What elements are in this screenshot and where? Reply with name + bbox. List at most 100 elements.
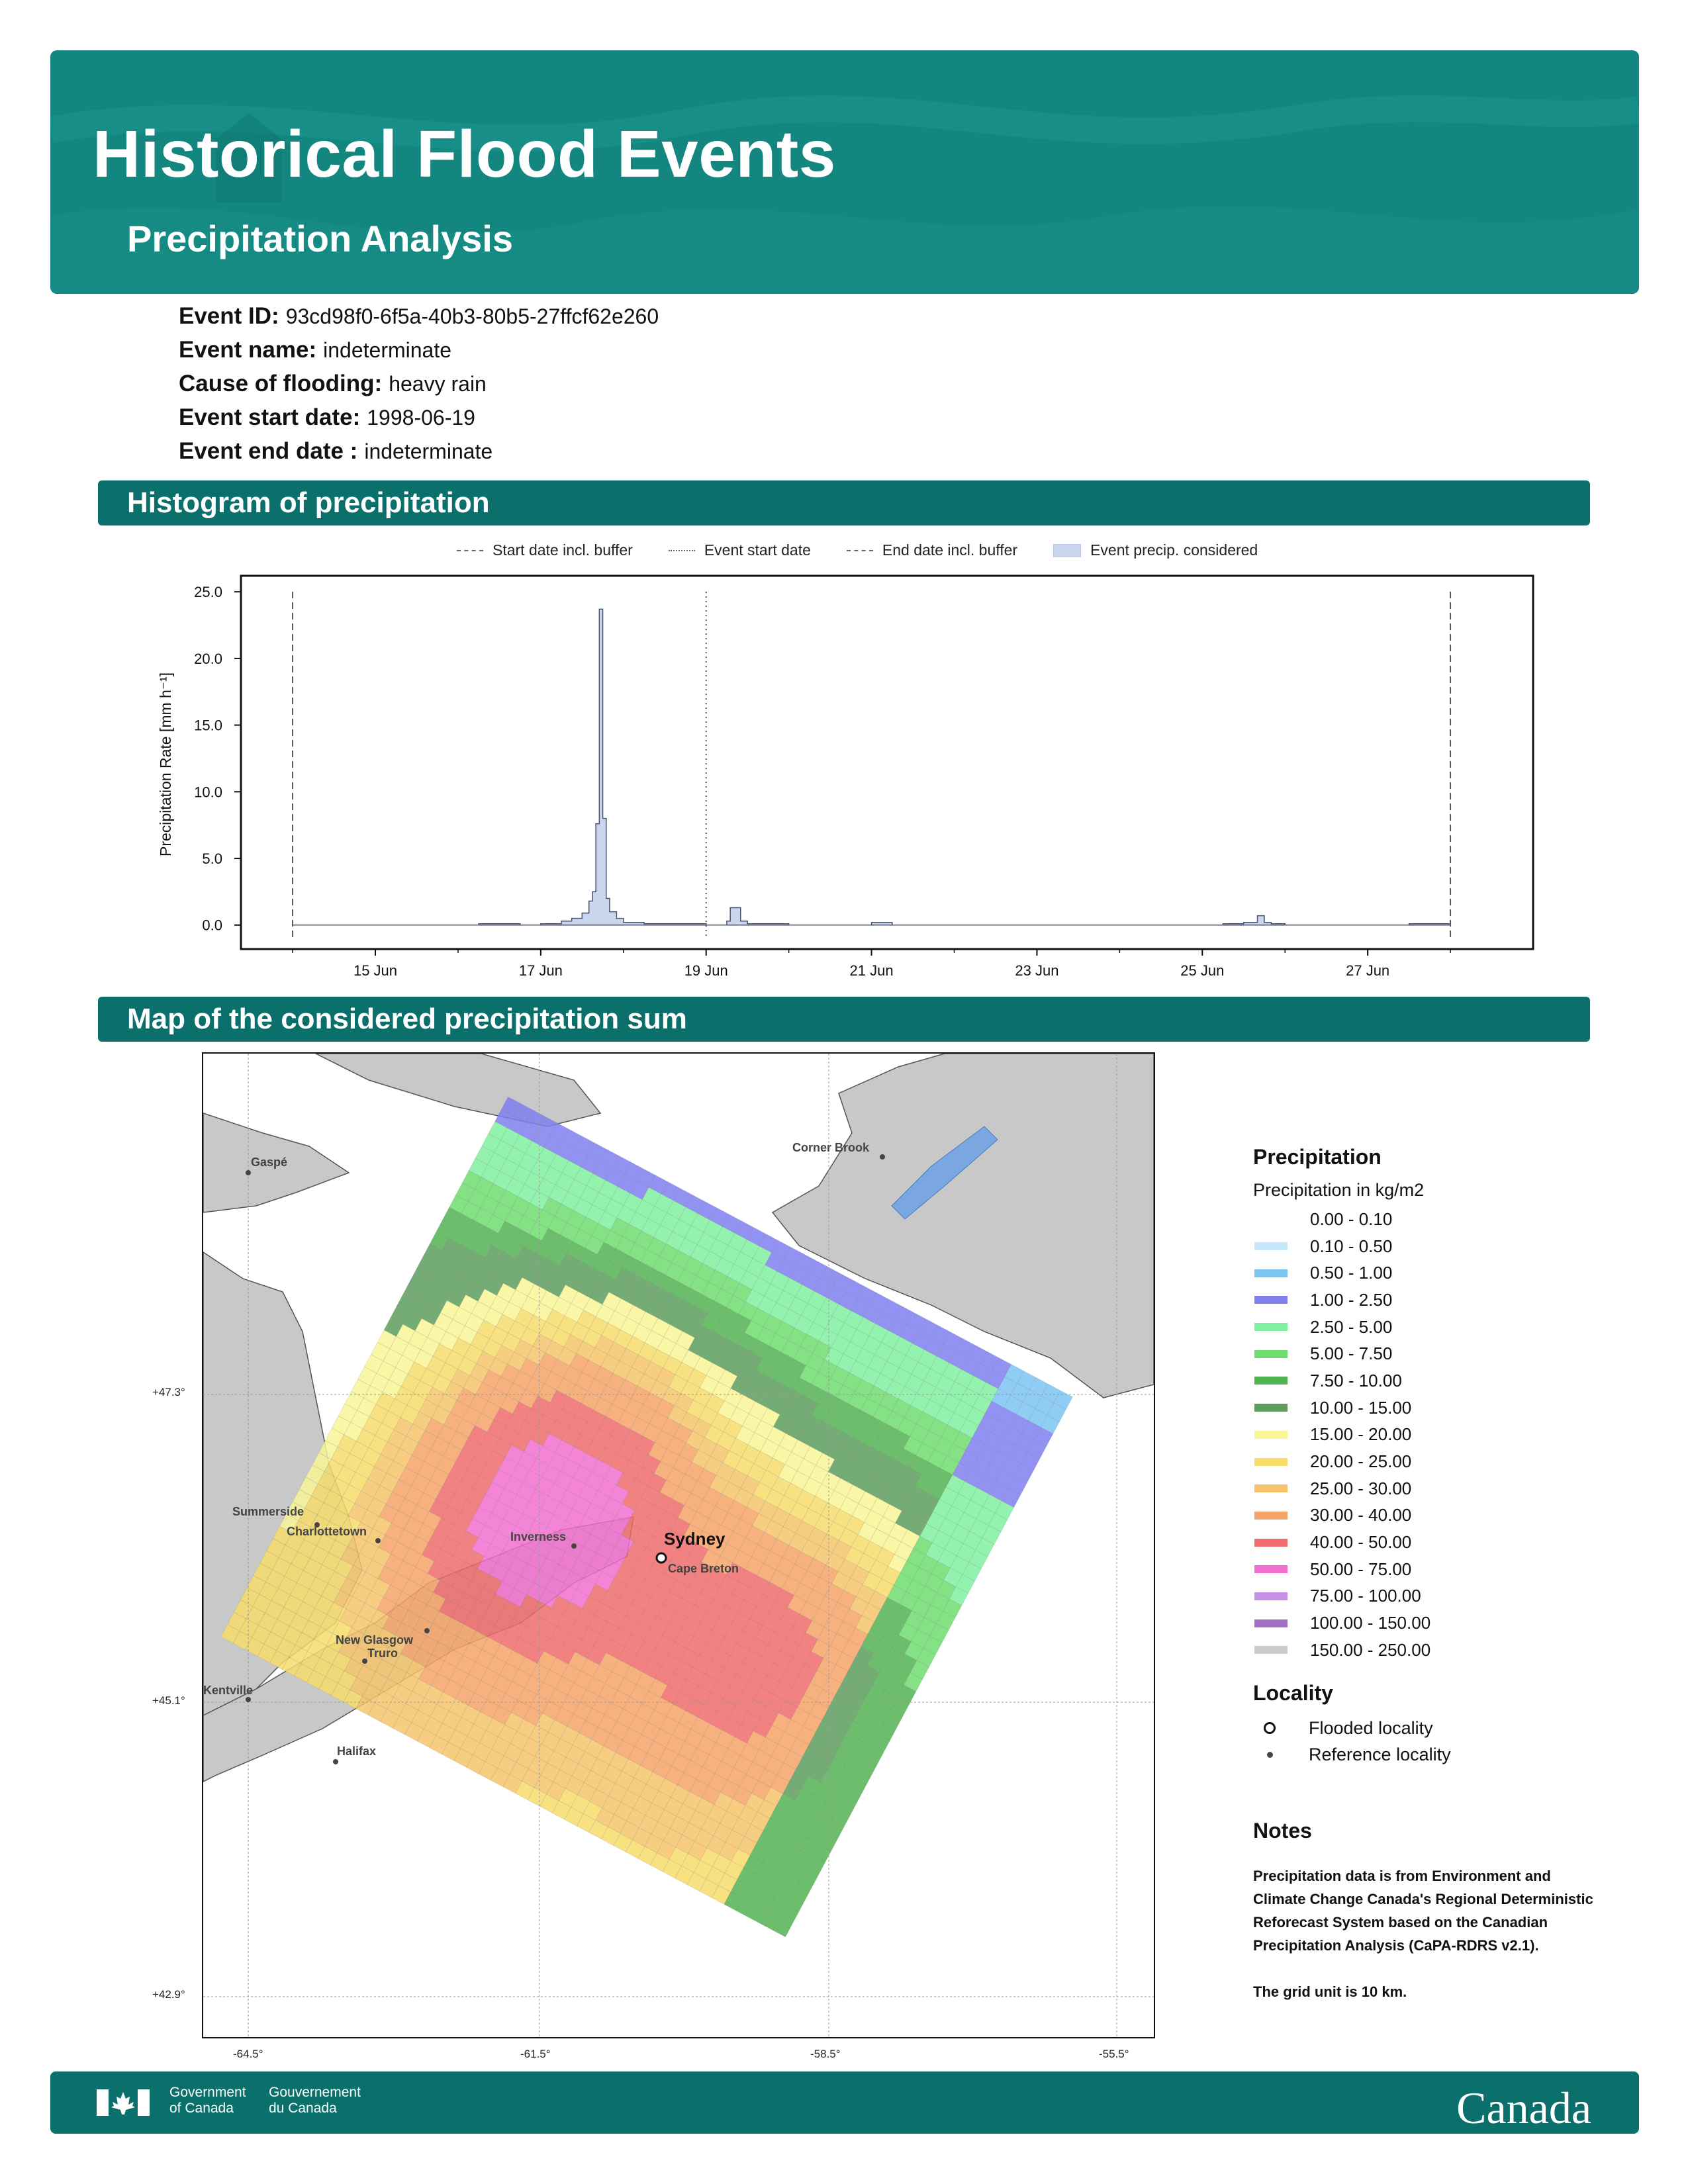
place-summerside: Summerside xyxy=(232,1505,304,1518)
legend-class-label: 75.00 - 100.00 xyxy=(1310,1586,1421,1606)
precipitation-map[interactable]: Gaspé Corner Brook Summerside Charlottet… xyxy=(202,1052,1155,2038)
lon-label: -58.5° xyxy=(810,2048,841,2060)
legend-class-row: 10.00 - 15.00 xyxy=(1253,1394,1430,1422)
gov-en-line2: of Canada xyxy=(169,2101,234,2116)
y-tick-label: 5.0 xyxy=(202,850,222,867)
legend-swatch xyxy=(1254,1457,1288,1466)
legend-classes: 0.00 - 0.10 0.10 - 0.50 0.50 - 1.00 1.00 - … xyxy=(1253,1206,1430,1664)
legend-class-label: 1.00 - 2.50 xyxy=(1310,1289,1393,1310)
legend-class-row: 25.00 - 30.00 xyxy=(1253,1475,1430,1502)
footer: Government of Canada Gouvernement du Canad… xyxy=(50,2071,1639,2134)
legend-class-row: 2.50 - 5.00 xyxy=(1253,1314,1430,1341)
reference-locality-marker xyxy=(424,1628,430,1633)
legend-swatch xyxy=(1254,1349,1288,1358)
legend-class-row: 15.00 - 20.00 xyxy=(1253,1422,1430,1449)
x-tick-label: 25 Jun xyxy=(1180,962,1224,979)
legend-class-label: 7.50 - 10.00 xyxy=(1310,1370,1402,1390)
locality-reference-row: Reference locality xyxy=(1253,1741,1451,1768)
y-axis-label: Precipitation Rate [mm h⁻¹] xyxy=(157,672,174,856)
reference-locality-marker xyxy=(571,1543,577,1549)
legend-class-row: 0.50 - 1.00 xyxy=(1253,1259,1430,1287)
lat-label: +47.3° xyxy=(152,1386,185,1398)
place-corner-brook: Corner Brook xyxy=(792,1141,870,1154)
reference-locality-marker xyxy=(246,1697,251,1702)
legend-class-row: 5.00 - 7.50 xyxy=(1253,1340,1430,1367)
notes-title: Notes xyxy=(1253,1819,1312,1843)
legend-swatch xyxy=(1254,1296,1288,1304)
y-tick-label: 15.0 xyxy=(194,717,222,734)
legend-class-label: 100.00 - 150.00 xyxy=(1310,1613,1431,1633)
lon-label: -64.5° xyxy=(233,2048,263,2060)
legend-class-label: 50.00 - 75.00 xyxy=(1310,1559,1412,1579)
precipitation-histogram: Precipitation Rate [mm h⁻¹] 0.0 5.0 10.0 15… xyxy=(157,574,1534,979)
place-inverness: Inverness xyxy=(510,1530,566,1543)
legend-class-label: 40.00 - 50.00 xyxy=(1310,1532,1412,1553)
x-tick-label: 19 Jun xyxy=(684,962,728,979)
reference-locality-marker xyxy=(246,1170,251,1175)
locality-reference-label: Reference locality xyxy=(1309,1744,1451,1764)
precip-series xyxy=(293,608,1451,926)
legend-class-label: 25.00 - 30.00 xyxy=(1310,1478,1412,1498)
place-halifax: Halifax xyxy=(337,1745,376,1758)
x-tick-label: 23 Jun xyxy=(1015,962,1058,979)
y-tick-label: 10.0 xyxy=(194,784,222,800)
legend-class-row: 0.00 - 0.10 xyxy=(1253,1206,1430,1233)
legend-class-row: 1.00 - 2.50 xyxy=(1253,1287,1430,1314)
place-sydney: Sydney xyxy=(664,1529,726,1549)
place-cape-breton: Cape Breton xyxy=(668,1562,739,1575)
legend-swatch xyxy=(1254,1484,1288,1493)
place-new-glasgow: New Glasgow xyxy=(336,1633,414,1647)
legend-class-row: 30.00 - 40.00 xyxy=(1253,1502,1430,1529)
locality-flooded-row: Flooded locality xyxy=(1253,1715,1451,1741)
gov-fr: Gouvernement du Canada xyxy=(269,2085,361,2116)
y-tick-label: 0.0 xyxy=(202,917,222,934)
precipitation-legend: Precipitation Precipitation in kg/m2 0.0… xyxy=(1253,1145,1430,1664)
x-tick-label: 21 Jun xyxy=(850,962,894,979)
reference-locality-icon xyxy=(1266,1751,1273,1758)
place-truro: Truro xyxy=(367,1647,398,1660)
legend-class-row: 150.00 - 250.00 xyxy=(1253,1637,1430,1664)
legend-swatch xyxy=(1254,1538,1288,1547)
reference-locality-marker xyxy=(333,1759,338,1764)
legend-swatch xyxy=(1254,1646,1288,1655)
flooded-locality-icon xyxy=(1264,1722,1276,1734)
place-gaspe: Gaspé xyxy=(251,1156,287,1169)
legend-swatch xyxy=(1254,1215,1288,1224)
legend-class-row: 7.50 - 10.00 xyxy=(1253,1367,1430,1394)
legend-subtitle: Precipitation in kg/m2 xyxy=(1253,1180,1425,1200)
legend-class-row: 0.10 - 0.50 xyxy=(1253,1233,1430,1260)
gov-en-line1: Government xyxy=(169,2085,246,2100)
legend-title: Precipitation xyxy=(1253,1145,1382,1169)
x-tick-label: 15 Jun xyxy=(353,962,397,979)
reference-locality-marker xyxy=(880,1154,885,1160)
legend-swatch xyxy=(1254,1242,1288,1251)
lat-label: +42.9° xyxy=(152,1988,185,2001)
locality-title: Locality xyxy=(1253,1681,1333,1705)
legend-swatch xyxy=(1254,1565,1288,1574)
legend-class-label: 0.00 - 0.10 xyxy=(1310,1208,1393,1229)
flooded-locality-marker xyxy=(655,1552,667,1564)
gov-en: Government of Canada xyxy=(169,2085,246,2116)
legend-class-label: 0.50 - 1.00 xyxy=(1310,1263,1393,1283)
reference-locality-marker xyxy=(375,1538,381,1543)
legend-swatch xyxy=(1254,1377,1288,1385)
legend-class-row: 100.00 - 150.00 xyxy=(1253,1610,1430,1637)
legend-class-row: 40.00 - 50.00 xyxy=(1253,1529,1430,1556)
gov-fr-line2: du Canada xyxy=(269,2101,337,2116)
legend-class-row: 75.00 - 100.00 xyxy=(1253,1583,1430,1610)
legend-swatch xyxy=(1254,1619,1288,1627)
legend-class-label: 0.10 - 0.50 xyxy=(1310,1236,1393,1256)
legend-class-row: 20.00 - 25.00 xyxy=(1253,1448,1430,1475)
legend-class-label: 20.00 - 25.00 xyxy=(1310,1451,1412,1472)
notes-panel: Notes Precipitation data is from Environ… xyxy=(1253,1819,1597,2003)
place-kentville: Kentville xyxy=(203,1684,253,1697)
locality-legend: Locality Flooded locality Reference loca… xyxy=(1253,1681,1451,1768)
notes-grid-unit: The grid unit is 10 km. xyxy=(1253,1983,1407,2000)
canada-flag-icon xyxy=(97,2089,150,2116)
y-tick-label: 20.0 xyxy=(194,651,222,667)
lon-label: -55.5° xyxy=(1099,2048,1129,2060)
legend-class-label: 15.00 - 20.00 xyxy=(1310,1424,1412,1445)
canada-wordmark: Canada xyxy=(1456,2083,1591,2133)
place-charlottetown: Charlottetown xyxy=(287,1525,367,1538)
legend-swatch xyxy=(1254,1511,1288,1520)
